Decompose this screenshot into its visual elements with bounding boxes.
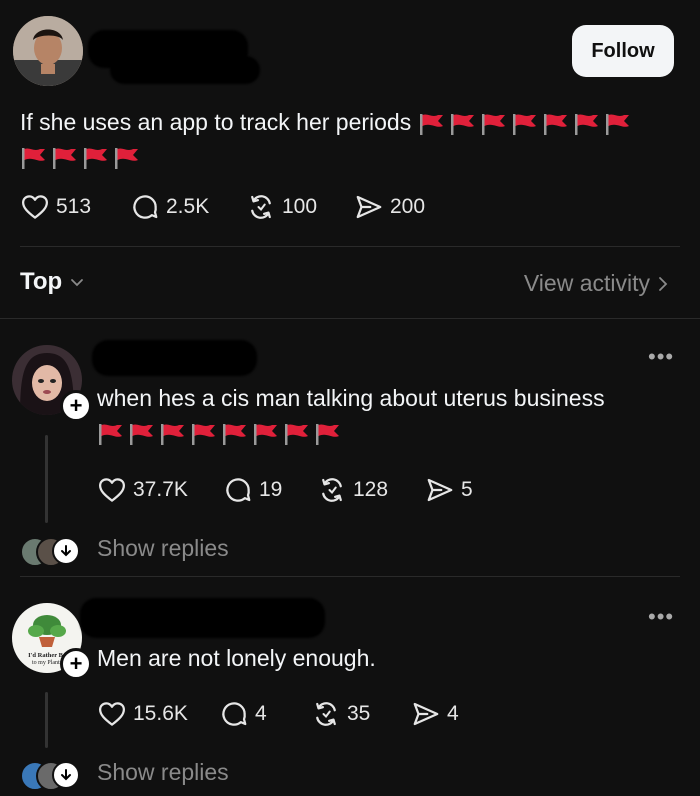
- repost-count: 35: [347, 702, 371, 725]
- view-activity-link[interactable]: View activity: [524, 270, 670, 297]
- red-flags-row-1: [418, 112, 631, 136]
- author-photo: [13, 16, 83, 86]
- redacted-username: [80, 598, 325, 638]
- more-icon[interactable]: •••: [648, 604, 674, 630]
- comment-icon: [130, 192, 160, 222]
- show-replies-link[interactable]: Show replies: [97, 759, 229, 786]
- share-icon: [411, 699, 441, 729]
- share-count: 5: [461, 478, 473, 501]
- comment-button[interactable]: 4: [219, 699, 311, 729]
- share-button[interactable]: 5: [425, 475, 473, 505]
- author-avatar[interactable]: [13, 16, 83, 86]
- red-flag-emoji: [252, 422, 279, 446]
- svg-text:to my Plants: to my Plants: [32, 660, 63, 666]
- sort-label: Top: [20, 268, 63, 295]
- red-flag-emoji: [573, 112, 600, 136]
- reply-text: when hes a cis man talking about uterus …: [97, 382, 677, 448]
- divider: [20, 576, 680, 577]
- red-flag-emoji: [449, 112, 476, 136]
- repost-button[interactable]: 100: [246, 192, 354, 222]
- share-button[interactable]: 4: [411, 699, 459, 729]
- repost-count: 100: [282, 195, 318, 218]
- red-flag-emoji: [159, 422, 186, 446]
- comment-count: 4: [255, 702, 267, 725]
- red-flag-emoji: [82, 146, 109, 170]
- post-actions: 513 2.5K 100 200: [20, 192, 425, 222]
- red-flag-emoji: [511, 112, 538, 136]
- comment-icon: [219, 699, 249, 729]
- follow-plus-icon[interactable]: +: [60, 648, 92, 680]
- repost-icon: [246, 192, 276, 222]
- repost-button[interactable]: 35: [311, 699, 411, 729]
- divider: [0, 318, 700, 319]
- repost-button[interactable]: 128: [317, 475, 425, 505]
- share-count: 200: [390, 195, 426, 218]
- red-flags-row-2: [20, 146, 140, 170]
- repost-icon: [317, 475, 347, 505]
- show-replies-link[interactable]: Show replies: [97, 535, 229, 562]
- like-count: 37.7K: [133, 478, 188, 501]
- chevron-right-icon: [659, 276, 668, 291]
- redacted-username-smudge: [110, 56, 260, 84]
- red-flag-emoji: [604, 112, 631, 136]
- share-icon: [354, 192, 384, 222]
- red-flag-emoji: [51, 146, 78, 170]
- divider: [20, 246, 680, 247]
- comment-icon: [223, 475, 253, 505]
- thread-line: [45, 435, 48, 523]
- heart-icon: [97, 699, 127, 729]
- reply-actions: 15.6K 4 35 4: [97, 699, 459, 729]
- thread-line: [45, 692, 48, 748]
- like-button[interactable]: 37.7K: [97, 475, 223, 505]
- red-flag-emoji: [314, 422, 341, 446]
- comment-button[interactable]: 2.5K: [130, 192, 246, 222]
- arrow-down-icon: [52, 761, 80, 789]
- repost-icon: [311, 699, 341, 729]
- comment-count: 2.5K: [166, 195, 210, 218]
- red-flag-emoji: [190, 422, 217, 446]
- comment-button[interactable]: 19: [223, 475, 317, 505]
- red-flag-emoji: [283, 422, 310, 446]
- post-text: If she uses an app to track her periods: [20, 106, 670, 172]
- reply-text-content: when hes a cis man talking about uterus …: [97, 385, 605, 411]
- share-button[interactable]: 200: [354, 192, 425, 222]
- heart-icon: [20, 192, 50, 222]
- heart-icon: [97, 475, 127, 505]
- red-flag-emoji: [97, 422, 124, 446]
- share-icon: [425, 475, 455, 505]
- red-flags-row: [97, 422, 341, 446]
- like-count: 513: [56, 195, 92, 218]
- like-count: 15.6K: [133, 702, 188, 725]
- chevron-down-icon: [71, 279, 84, 287]
- reply-text: Men are not lonely enough.: [97, 642, 376, 674]
- red-flag-emoji: [221, 422, 248, 446]
- red-flag-emoji: [480, 112, 507, 136]
- comment-count: 19: [259, 478, 283, 501]
- red-flag-emoji: [20, 146, 47, 170]
- redacted-username: [92, 340, 257, 376]
- reply-text-content: Men are not lonely enough.: [97, 645, 376, 671]
- red-flag-emoji: [113, 146, 140, 170]
- reply-actions: 37.7K 19 128 5: [97, 475, 473, 505]
- arrow-down-icon: [52, 537, 80, 565]
- red-flag-emoji: [128, 422, 155, 446]
- follow-button[interactable]: Follow: [572, 25, 674, 77]
- like-button[interactable]: 15.6K: [97, 699, 219, 729]
- sort-dropdown[interactable]: Top: [20, 268, 86, 296]
- post-text-content: If she uses an app to track her periods: [20, 109, 412, 135]
- view-activity-label: View activity: [523, 270, 650, 296]
- red-flag-emoji: [542, 112, 569, 136]
- share-count: 4: [447, 702, 459, 725]
- red-flag-emoji: [418, 112, 445, 136]
- repost-count: 128: [353, 478, 389, 501]
- more-icon[interactable]: •••: [648, 344, 674, 370]
- follow-plus-icon[interactable]: +: [60, 390, 92, 422]
- like-button[interactable]: 513: [20, 192, 130, 222]
